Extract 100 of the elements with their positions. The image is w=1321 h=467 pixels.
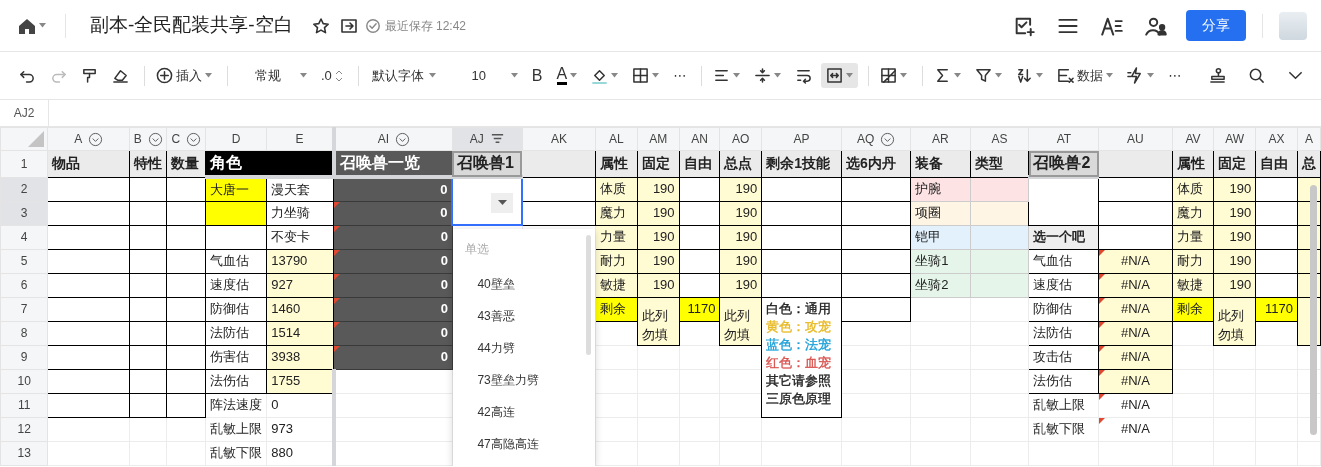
- row-header[interactable]: 3: [0, 201, 48, 225]
- row-header[interactable]: 6: [0, 273, 48, 297]
- filter-icon[interactable]: [395, 132, 410, 148]
- empty-cell: [129, 249, 167, 273]
- column-header[interactable]: D: [205, 127, 267, 151]
- column-header[interactable]: E: [266, 127, 334, 151]
- dropdown-option[interactable]: 73壁垒力劈: [453, 364, 596, 396]
- column-header[interactable]: AS: [970, 127, 1029, 151]
- dropdown-option[interactable]: 44力劈: [453, 332, 596, 364]
- search-icon: [1248, 67, 1265, 84]
- table-cell: 剩余1技能: [761, 150, 842, 177]
- column-header[interactable]: A: [47, 127, 130, 151]
- bold-button[interactable]: B: [526, 59, 548, 92]
- table-cell: 防御估: [205, 297, 267, 321]
- caret-icon: [205, 73, 212, 78]
- column-header[interactable]: AX: [1255, 127, 1298, 151]
- dropdown[interactable]: 常规: [234, 61, 312, 90]
- more-button[interactable]: ⋯: [668, 61, 692, 90]
- scrollbar[interactable]: [1310, 185, 1317, 435]
- table-cell: 法伤估: [1029, 369, 1099, 393]
- row-header[interactable]: 4: [0, 225, 48, 249]
- column-header[interactable]: AP: [761, 127, 842, 151]
- wrap-text-icon: [795, 67, 813, 84]
- menu-heading: 单选: [464, 241, 491, 258]
- column-header[interactable]: AT: [1029, 127, 1099, 151]
- insert-button[interactable]: 插入: [151, 61, 217, 90]
- caret-icon: [611, 73, 619, 78]
- scrollbar[interactable]: [586, 235, 592, 355]
- row-header[interactable]: 11: [0, 393, 48, 417]
- stamp-icon: [1209, 67, 1226, 84]
- column-header[interactable]: AV: [1172, 127, 1214, 151]
- dropdown-option[interactable]: 43善恶: [453, 300, 596, 332]
- column-header[interactable]: AQ: [841, 127, 911, 151]
- column-header[interactable]: AN: [679, 127, 720, 151]
- row-header[interactable]: 9: [0, 345, 48, 369]
- empty-cell: [129, 321, 167, 345]
- empty-cell: [129, 393, 167, 417]
- filter-icon[interactable]: [186, 132, 202, 148]
- empty-cell: [166, 297, 206, 321]
- column-header[interactable]: AK: [522, 127, 596, 151]
- filter-icon[interactable]: [147, 132, 163, 148]
- data-button[interactable]: 数据: [1052, 61, 1119, 90]
- caret-icon: [570, 73, 578, 78]
- share-button[interactable]: 分享: [1186, 10, 1246, 41]
- save-status: 最近保存 12:42: [384, 17, 467, 35]
- dropdown-arrow-button[interactable]: [491, 193, 514, 213]
- legend-line: 黄色：攻宠: [766, 317, 832, 336]
- row-header[interactable]: 2: [0, 177, 48, 201]
- dropdown[interactable]: 10: [444, 61, 523, 90]
- sort-icon: [1016, 67, 1034, 84]
- column-header[interactable]: C: [166, 127, 206, 151]
- caret-icon: [995, 73, 1003, 78]
- column-header[interactable]: AM: [637, 127, 680, 151]
- empty-cell: [129, 201, 167, 225]
- caret-icon: [900, 73, 908, 78]
- row-header[interactable]: 7: [0, 297, 48, 321]
- column-header[interactable]: AJ: [452, 127, 523, 151]
- align-left-icon: [713, 67, 731, 84]
- column-header[interactable]: AL: [595, 127, 638, 151]
- table-cell: 角色: [205, 150, 334, 177]
- more-button[interactable]: ⋯: [1163, 61, 1187, 90]
- column-header[interactable]: AU: [1098, 127, 1173, 151]
- font-color-button[interactable]: A: [551, 62, 583, 89]
- table-icon: [880, 67, 898, 84]
- cell-text: #N/A: [1121, 349, 1150, 365]
- cell-text: 0: [440, 277, 448, 293]
- caret-icon: [846, 73, 854, 78]
- table-cell: 速度估: [1029, 273, 1099, 297]
- column-header[interactable]: AW: [1213, 127, 1256, 151]
- caret-icon: [510, 73, 518, 78]
- merge-button[interactable]: [821, 63, 859, 88]
- legend-line: 三原色原理: [766, 389, 832, 408]
- column-header[interactable]: B: [129, 127, 167, 151]
- column-header[interactable]: AO: [719, 127, 762, 151]
- filter-icon: [975, 67, 993, 84]
- table-cell: 法伤估: [205, 369, 267, 393]
- empty-cell: [129, 297, 167, 321]
- table-cell: 召唤兽2: [1029, 150, 1099, 177]
- row-header[interactable]: 5: [0, 249, 48, 273]
- row-header[interactable]: 10: [0, 369, 48, 393]
- dropdown-option[interactable]: 42高连: [453, 396, 596, 428]
- row-header[interactable]: 8: [0, 321, 48, 345]
- table-cell: 防御估: [1029, 297, 1099, 321]
- dropdown[interactable]: 默认字体: [364, 61, 441, 90]
- document-title: 副本-全民配装共享-空白: [90, 13, 293, 38]
- dropdown-option[interactable]: 47高隐高连: [453, 428, 596, 460]
- row-header[interactable]: 1: [0, 150, 48, 177]
- column-header[interactable]: AI: [333, 127, 453, 151]
- filter-icon[interactable]: [88, 132, 104, 148]
- dropdown[interactable]: .0: [316, 61, 348, 90]
- name-box[interactable]: AJ2: [0, 100, 49, 126]
- row-header[interactable]: 13: [0, 441, 48, 465]
- column-header[interactable]: A: [1297, 127, 1321, 151]
- dropdown-option[interactable]: 40壁垒: [453, 268, 596, 300]
- empty-cell: [166, 393, 206, 417]
- caret-icon: [1036, 73, 1044, 78]
- row-header[interactable]: 12: [0, 417, 48, 441]
- cell-text: #N/A: [1121, 373, 1150, 389]
- column-header[interactable]: AR: [910, 127, 971, 151]
- filter-icon[interactable]: [880, 132, 896, 148]
